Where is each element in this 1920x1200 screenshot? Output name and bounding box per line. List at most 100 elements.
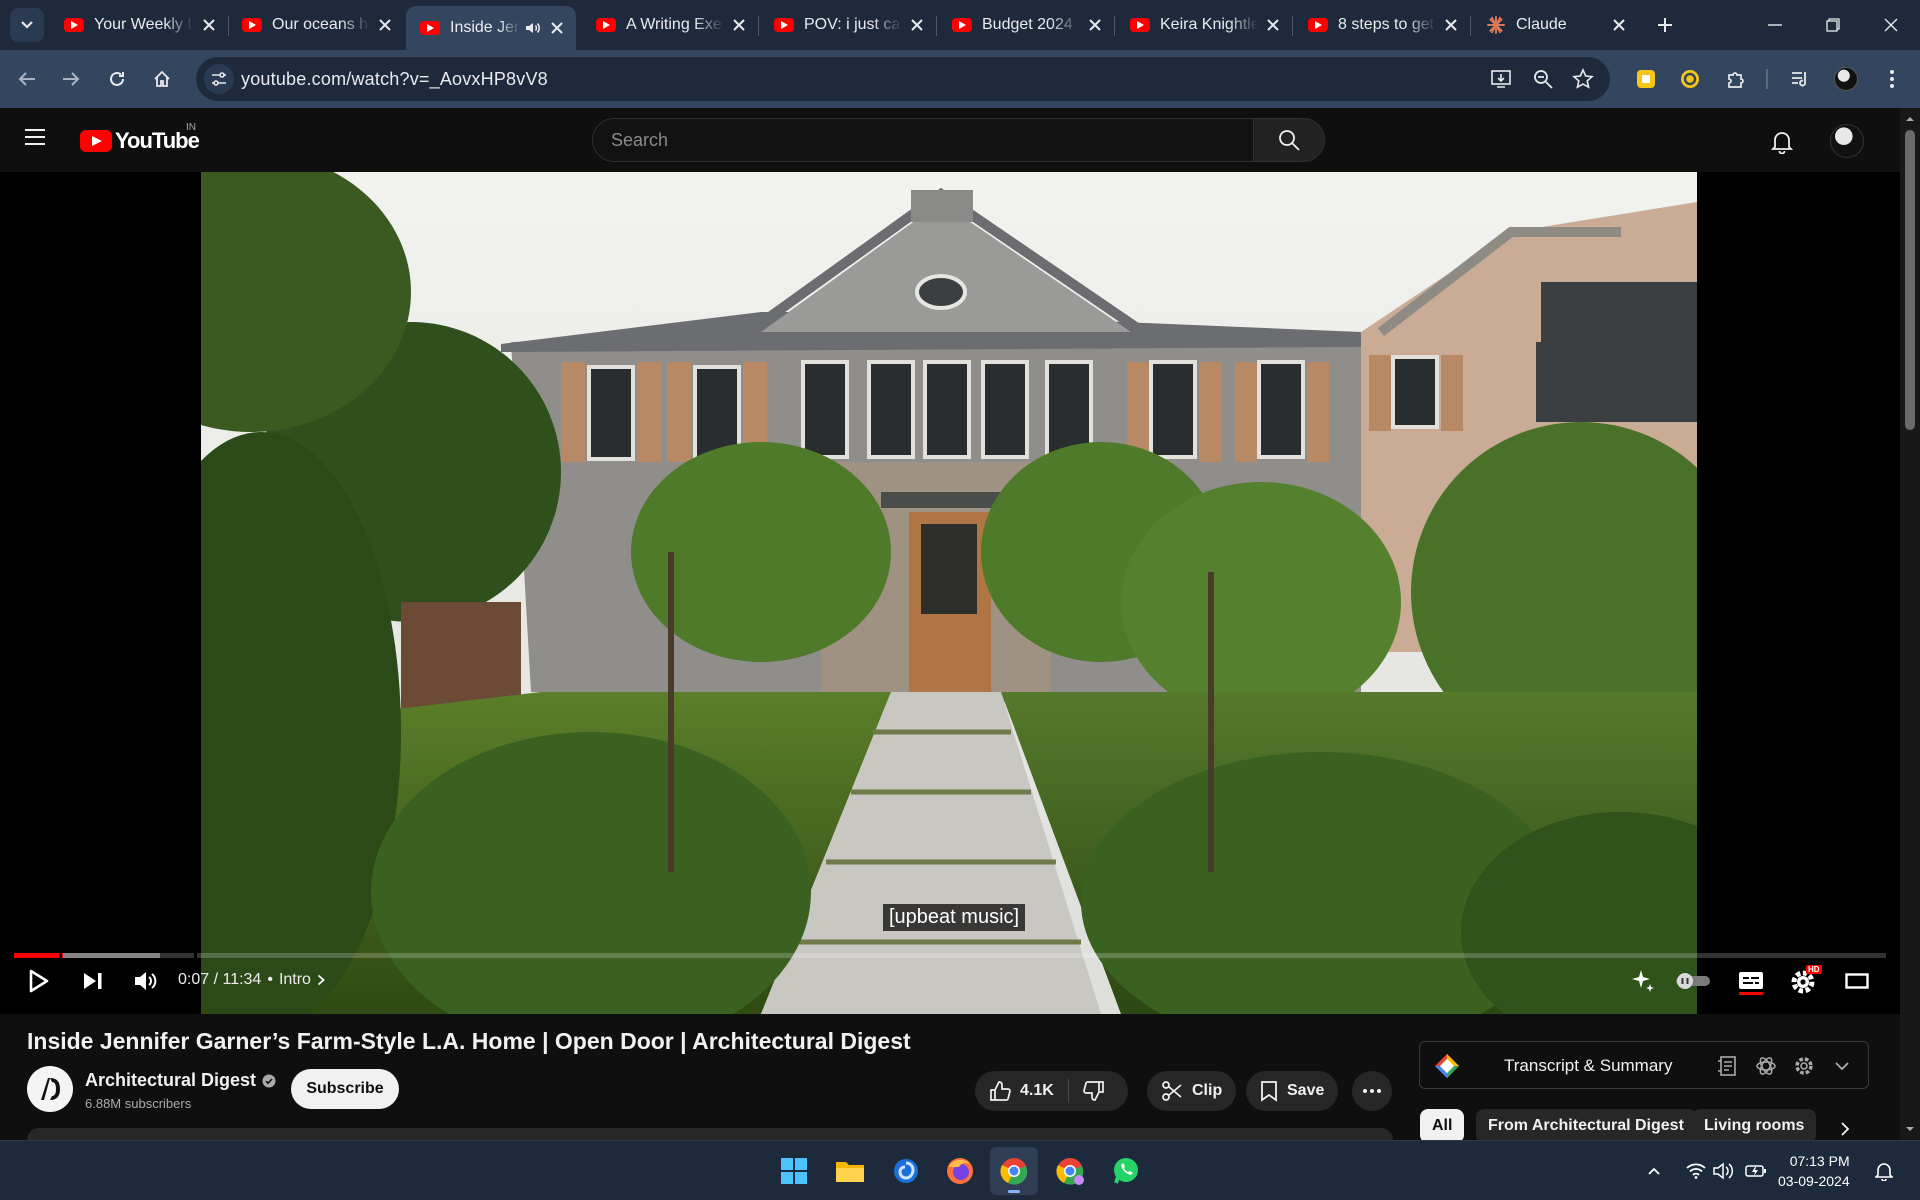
whatsapp-icon[interactable] <box>1102 1147 1150 1195</box>
transcript-summary-panel[interactable]: Transcript & Summary <box>1419 1041 1869 1089</box>
more-actions-button[interactable] <box>1352 1071 1392 1111</box>
taskbar-clock[interactable]: 07:13 PM 03-09-2024 <box>1778 1151 1850 1191</box>
close-icon[interactable] <box>908 16 926 34</box>
extension-grammar-icon[interactable] <box>1676 65 1704 93</box>
home-button[interactable] <box>147 64 177 94</box>
channel-avatar[interactable] <box>27 1066 73 1112</box>
progress-bar[interactable] <box>14 953 1886 958</box>
wifi-icon[interactable] <box>1684 1159 1708 1183</box>
mute-button[interactable] <box>130 963 162 999</box>
show-hidden-icons-button[interactable] <box>1642 1159 1666 1183</box>
browser-tab[interactable]: Keira Knightle <box>1116 6 1292 44</box>
zoom-icon[interactable] <box>1532 68 1554 90</box>
volume-tray-icon[interactable] <box>1712 1159 1736 1183</box>
gear-icon[interactable] <box>1792 1054 1816 1078</box>
close-icon[interactable] <box>548 19 566 37</box>
url-text[interactable]: youtube.com/watch?v=_AovxHP8vV8 <box>241 69 548 90</box>
browser-tab[interactable]: 8 steps to get <box>1294 6 1470 44</box>
back-button[interactable] <box>12 64 42 94</box>
restore-button[interactable] <box>1818 10 1848 40</box>
tab-title: A Writing Exe <box>626 16 722 33</box>
extension-note-icon[interactable] <box>1632 65 1660 93</box>
settings-button[interactable]: HD <box>1786 963 1822 999</box>
autoplay-toggle[interactable] <box>1672 963 1714 999</box>
openai-icon[interactable] <box>1754 1054 1778 1078</box>
close-icon[interactable] <box>376 16 394 34</box>
browser-tab[interactable]: Claude <box>1472 6 1638 44</box>
browser-tab[interactable]: A Writing Exe <box>582 6 758 44</box>
video-frame-image[interactable] <box>201 172 1697 1014</box>
channel-name-text[interactable]: Architectural Digest <box>85 1070 256 1091</box>
battery-icon[interactable] <box>1744 1159 1768 1183</box>
browser-tab[interactable]: Budget 2024 <box>938 6 1114 44</box>
install-app-icon[interactable] <box>1490 68 1512 90</box>
close-icon[interactable] <box>730 16 748 34</box>
profile-avatar[interactable] <box>1832 65 1860 93</box>
site-info-button[interactable] <box>204 64 234 94</box>
chip-living-rooms[interactable]: Living rooms <box>1692 1109 1817 1143</box>
close-icon[interactable] <box>1264 16 1282 34</box>
search-input[interactable] <box>593 119 1253 161</box>
save-label: Save <box>1287 1082 1325 1099</box>
tab-title: Keira Knightle <box>1160 16 1258 33</box>
close-icon[interactable] <box>200 16 218 34</box>
close-icon[interactable] <box>1086 16 1104 34</box>
bookmark-star-icon[interactable] <box>1572 68 1594 90</box>
chrome-icon-active[interactable] <box>990 1147 1038 1195</box>
chip-all[interactable]: All <box>1420 1109 1465 1143</box>
notification-bell-icon[interactable] <box>1872 1159 1896 1183</box>
play-button[interactable] <box>24 963 54 999</box>
save-button[interactable]: Save <box>1246 1071 1339 1111</box>
time-current-duration: 0:07 / 11:34 <box>178 971 262 988</box>
speaker-icon[interactable] <box>524 19 542 37</box>
chevron-down-icon[interactable] <box>1830 1054 1854 1078</box>
chip-from-architectural-digest[interactable]: From Architectural Digest <box>1476 1109 1696 1143</box>
guide-menu-button[interactable] <box>24 128 56 152</box>
youtube-logo[interactable]: YouTube IN <box>80 122 200 154</box>
next-button[interactable] <box>78 963 108 999</box>
close-icon[interactable] <box>1442 16 1460 34</box>
firefox-icon[interactable] <box>936 1147 984 1195</box>
search-button[interactable] <box>1253 118 1325 162</box>
file-explorer-icon[interactable] <box>826 1147 874 1195</box>
window-close-button[interactable] <box>1876 10 1906 40</box>
bell-icon <box>1771 132 1793 154</box>
subtitles-icon <box>1739 972 1763 995</box>
tab-search-button[interactable] <box>10 8 44 42</box>
notifications-button[interactable] <box>1766 126 1798 158</box>
dislike-button[interactable] <box>1069 1071 1119 1111</box>
youtube-icon <box>420 21 440 35</box>
video-player[interactable]: [upbeat music] 0:07 / 11:34 • Intro HD <box>0 172 1900 1014</box>
browser-tab[interactable]: POV: i just ca <box>760 6 936 44</box>
transcript-icon[interactable] <box>1716 1054 1740 1078</box>
app-shield-icon[interactable] <box>882 1147 930 1195</box>
chrome-profile-icon[interactable] <box>1046 1147 1094 1195</box>
close-icon[interactable] <box>1610 16 1628 34</box>
search-icon <box>1279 130 1300 151</box>
chapter-marker <box>59 953 62 958</box>
browser-tab[interactable]: Your Weekly I <box>50 6 228 44</box>
youtube-icon <box>1130 18 1150 32</box>
reload-button[interactable] <box>102 64 132 94</box>
account-avatar[interactable] <box>1830 124 1864 158</box>
browser-tab[interactable]: Our oceans h <box>228 6 404 44</box>
scrollbar-thumb[interactable] <box>1905 130 1915 430</box>
like-button[interactable]: 4.1K <box>975 1071 1068 1111</box>
subscribe-button[interactable]: Subscribe <box>291 1069 399 1109</box>
forward-button[interactable] <box>56 64 86 94</box>
subtitles-button[interactable] <box>1734 963 1768 999</box>
start-button[interactable] <box>770 1147 818 1195</box>
chapter-title[interactable]: Intro <box>279 971 311 989</box>
ai-sparkle-button[interactable] <box>1626 963 1660 999</box>
extensions-puzzle-icon[interactable] <box>1722 65 1750 93</box>
page-scrollbar[interactable] <box>1900 108 1920 1140</box>
browser-tab-active[interactable]: Inside Jen <box>406 6 576 50</box>
minimize-button[interactable] <box>1760 10 1790 40</box>
media-control-icon[interactable] <box>1786 65 1814 93</box>
browser-menu-button[interactable] <box>1878 65 1906 93</box>
clip-button[interactable]: Clip <box>1147 1071 1237 1111</box>
address-bar[interactable]: youtube.com/watch?v=_AovxHP8vV8 <box>196 57 1610 101</box>
channel-name[interactable]: Architectural Digest <box>85 1070 276 1091</box>
theater-mode-button[interactable] <box>1840 963 1874 999</box>
new-tab-button[interactable] <box>1650 10 1680 40</box>
